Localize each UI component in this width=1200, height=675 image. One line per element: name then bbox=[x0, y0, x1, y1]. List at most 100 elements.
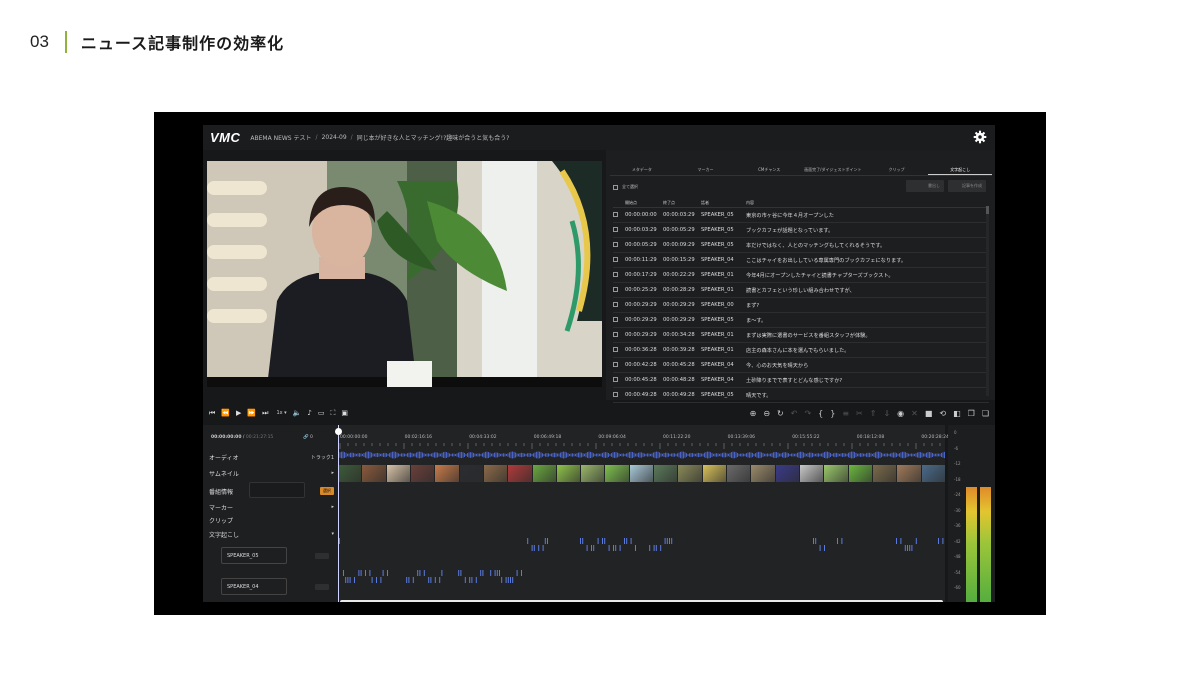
track-audio[interactable]: オーディオ トラック1 bbox=[209, 451, 334, 463]
camera-icon[interactable]: ◉ bbox=[897, 409, 904, 418]
table-row[interactable]: 00:00:29:29 00:00:29:29 SPEAKER_05 ま〜す。 bbox=[613, 313, 989, 328]
zoom-in-icon[interactable]: ⊕ bbox=[750, 409, 757, 418]
timeline-horizontal-scrollbar[interactable] bbox=[340, 600, 943, 602]
thumbnail-frame[interactable] bbox=[727, 465, 751, 482]
playhead[interactable] bbox=[335, 425, 342, 602]
timeline-ruler[interactable]: 00:00:00:00 00:02:16:16 00:04:33:02 00:06:4… bbox=[338, 429, 949, 449]
tab-cm-chance[interactable]: CMチャンス bbox=[737, 164, 801, 175]
speaker-track-2-tag[interactable] bbox=[315, 584, 329, 590]
copy-icon[interactable]: ❐ bbox=[968, 409, 975, 418]
track-program-info[interactable]: 番組情報 選択 bbox=[209, 482, 334, 498]
loop-icon[interactable]: ⟲ bbox=[939, 409, 946, 418]
skip-end-icon[interactable]: ⏭ bbox=[262, 409, 268, 418]
row-checkbox-box[interactable] bbox=[613, 226, 618, 232]
row-checkbox-box[interactable] bbox=[613, 391, 618, 397]
row-checkbox[interactable] bbox=[613, 391, 625, 399]
step-forward-icon[interactable]: ⏩ bbox=[247, 409, 256, 417]
chevron-right-icon[interactable]: ▸ bbox=[331, 504, 334, 510]
thumbnail-frame[interactable] bbox=[775, 465, 799, 482]
tab-clip[interactable]: クリップ bbox=[865, 164, 929, 175]
fullscreen-icon[interactable]: ⛶ bbox=[331, 409, 336, 418]
thumbnail-frame[interactable] bbox=[410, 465, 435, 482]
table-row[interactable]: 00:00:36:28 00:00:39:28 SPEAKER_01 店主の森本さんに… bbox=[613, 343, 989, 358]
gear-icon[interactable] bbox=[973, 130, 987, 144]
tab-digest-point[interactable]: 画面完了/ダイジェストポイント bbox=[801, 164, 865, 175]
skip-start-icon[interactable]: ⏮ bbox=[209, 409, 215, 418]
table-row[interactable]: 00:00:29:29 00:00:34:28 SPEAKER_01 まずは実際に選書… bbox=[613, 328, 989, 343]
thumbnail-frame[interactable] bbox=[338, 465, 362, 482]
table-row[interactable]: 00:00:42:28 00:00:45:28 SPEAKER_04 今、心のお天気を… bbox=[613, 358, 989, 373]
row-checkbox-box[interactable] bbox=[613, 271, 618, 277]
row-checkbox[interactable] bbox=[613, 331, 625, 339]
thumbnail-frame[interactable] bbox=[824, 465, 848, 482]
row-checkbox-box[interactable] bbox=[613, 256, 618, 262]
row-checkbox[interactable] bbox=[613, 301, 625, 309]
table-row[interactable]: 00:00:25:29 00:00:28:29 SPEAKER_01 読書とカフェとい… bbox=[613, 283, 989, 298]
paste-icon[interactable]: ❏ bbox=[982, 409, 989, 418]
table-row[interactable]: 00:00:45:28 00:00:48:28 SPEAKER_04 土砂降りまでで表… bbox=[613, 373, 989, 388]
thumbnail-frame[interactable] bbox=[897, 465, 921, 482]
picture-in-picture-icon[interactable]: ▣ bbox=[341, 409, 348, 417]
volume-icon[interactable]: 🔈 bbox=[293, 409, 302, 417]
link-count[interactable]: 🔗 0 bbox=[303, 435, 313, 440]
thumbnail-frame[interactable] bbox=[508, 465, 532, 482]
row-checkbox-box[interactable] bbox=[613, 331, 618, 337]
row-checkbox-box[interactable] bbox=[613, 361, 618, 367]
table-row[interactable]: 00:00:17:29 00:00:22:29 SPEAKER_01 今年4月にオープ… bbox=[613, 268, 989, 283]
tab-marker[interactable]: マーカー bbox=[674, 164, 738, 175]
tab-transcription[interactable]: 文字起こし bbox=[928, 164, 993, 175]
thumbnail-frame[interactable] bbox=[362, 465, 386, 482]
row-checkbox[interactable] bbox=[613, 346, 625, 354]
thumbnail-frame[interactable] bbox=[483, 465, 508, 482]
undo-icon[interactable]: ↶ bbox=[791, 409, 798, 418]
thumbnail-frame[interactable] bbox=[581, 465, 605, 482]
table-row[interactable]: 00:00:29:29 00:00:29:29 SPEAKER_00 まず? bbox=[613, 298, 989, 313]
redo-icon[interactable]: ↷ bbox=[804, 409, 811, 418]
row-checkbox-box[interactable] bbox=[613, 286, 618, 292]
thumbnail-frame[interactable] bbox=[872, 465, 897, 482]
audio-output-icon[interactable]: ◧ bbox=[953, 409, 961, 418]
record-icon[interactable]: ■ bbox=[925, 409, 933, 418]
marker-icon[interactable]: ≡ bbox=[842, 409, 849, 418]
chevron-right-icon[interactable]: ▸ bbox=[331, 470, 334, 476]
breadcrumb-item[interactable]: ABEMA NEWS テスト bbox=[250, 133, 311, 142]
thumbnail-frame[interactable] bbox=[386, 465, 410, 482]
transcript-scrollbar[interactable] bbox=[986, 206, 989, 396]
play-icon[interactable]: ▶ bbox=[236, 409, 241, 417]
select-all[interactable]: 全て選択 bbox=[613, 184, 638, 190]
track-clip[interactable]: クリップ bbox=[209, 514, 334, 526]
row-checkbox[interactable] bbox=[613, 256, 625, 264]
thumbnail-frame[interactable] bbox=[532, 465, 556, 482]
row-checkbox-box[interactable] bbox=[613, 301, 618, 307]
speaker-track-1-tag[interactable] bbox=[315, 553, 329, 559]
extract-icon[interactable]: ⇓ bbox=[883, 409, 890, 418]
speed-select[interactable]: 1x ▾ bbox=[276, 410, 286, 416]
table-row[interactable]: 00:00:00:00 00:00:03:29 SPEAKER_05 東京の市ヶ谷に今… bbox=[613, 208, 989, 223]
thumbnail-frame[interactable] bbox=[921, 465, 945, 482]
thumbnail-frame[interactable] bbox=[848, 465, 872, 482]
table-row[interactable]: 00:00:05:29 00:00:09:29 SPEAKER_05 本だけではなく、… bbox=[613, 238, 989, 253]
row-checkbox-box[interactable] bbox=[613, 316, 618, 322]
crop-icon[interactable]: ✕ bbox=[911, 409, 918, 418]
row-checkbox[interactable] bbox=[613, 376, 625, 384]
chevron-down-icon[interactable]: ▾ bbox=[331, 531, 334, 537]
zoom-out-icon[interactable]: ⊖ bbox=[763, 409, 770, 418]
row-checkbox-box[interactable] bbox=[613, 241, 618, 247]
track-marker[interactable]: マーカー ▸ bbox=[209, 501, 334, 513]
row-checkbox[interactable] bbox=[613, 241, 625, 249]
track-thumbnail[interactable]: サムネイル ▸ bbox=[209, 467, 334, 479]
table-row[interactable]: 00:00:11:29 00:00:15:29 SPEAKER_04 ここはチャイをお… bbox=[613, 253, 989, 268]
row-checkbox[interactable] bbox=[613, 316, 625, 324]
row-checkbox-box[interactable] bbox=[613, 376, 618, 382]
playhead-handle[interactable] bbox=[335, 428, 342, 435]
row-checkbox[interactable] bbox=[613, 286, 625, 294]
thumbnail-frame[interactable] bbox=[556, 465, 581, 482]
split-icon[interactable]: ✂ bbox=[856, 409, 863, 418]
video-player[interactable] bbox=[207, 161, 602, 387]
row-checkbox[interactable] bbox=[613, 226, 625, 234]
mark-in-icon[interactable]: { bbox=[818, 409, 823, 418]
speaker-track-1[interactable]: SPEAKER_05 bbox=[221, 547, 287, 564]
track-transcription[interactable]: 文字起こし ▾ bbox=[209, 528, 334, 540]
create-article-button[interactable]: 記事を作成 bbox=[948, 180, 986, 192]
row-checkbox[interactable] bbox=[613, 211, 625, 219]
